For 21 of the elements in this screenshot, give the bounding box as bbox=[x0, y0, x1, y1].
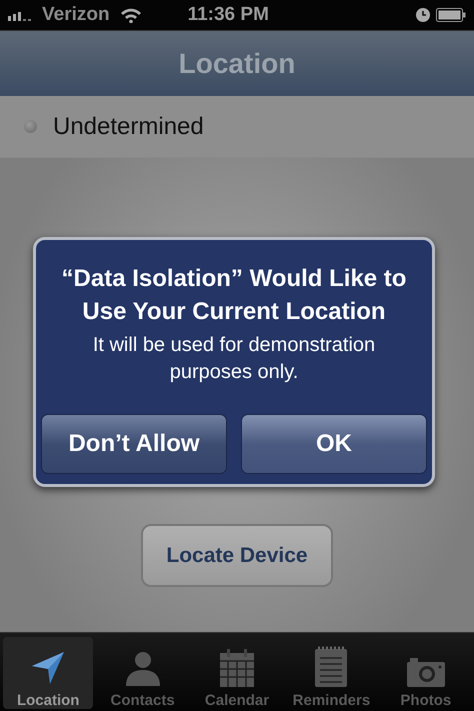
ok-button[interactable]: OK bbox=[241, 414, 427, 474]
tab-item[interactable]: Reminders bbox=[286, 637, 377, 709]
wifi-icon bbox=[120, 7, 142, 23]
tab-item[interactable]: Contacts bbox=[97, 637, 188, 709]
tab-item[interactable]: Location bbox=[3, 637, 94, 709]
camera-icon bbox=[406, 656, 446, 688]
dont-allow-button[interactable]: Don’t Allow bbox=[41, 414, 227, 474]
carrier-name: Verizon bbox=[42, 4, 110, 26]
notepad-icon bbox=[314, 646, 348, 688]
status-dot-icon bbox=[24, 120, 37, 133]
calendar-icon bbox=[219, 648, 256, 688]
nav-title: Location bbox=[178, 48, 296, 80]
tab-item[interactable]: Calendar bbox=[192, 637, 282, 709]
clock-icon bbox=[416, 8, 430, 22]
locate-device-button[interactable]: Locate Device bbox=[141, 524, 333, 587]
alert-title: “Data Isolation” Would Like to Use Your Current Location bbox=[60, 264, 408, 327]
alert-message: It will be used for demonstration purposes only. bbox=[92, 333, 376, 385]
battery-icon bbox=[436, 8, 466, 22]
tab-item[interactable]: Photos bbox=[380, 637, 472, 709]
clock-time: 11:36 PM bbox=[188, 4, 269, 26]
status-label: Undetermined bbox=[53, 112, 204, 140]
